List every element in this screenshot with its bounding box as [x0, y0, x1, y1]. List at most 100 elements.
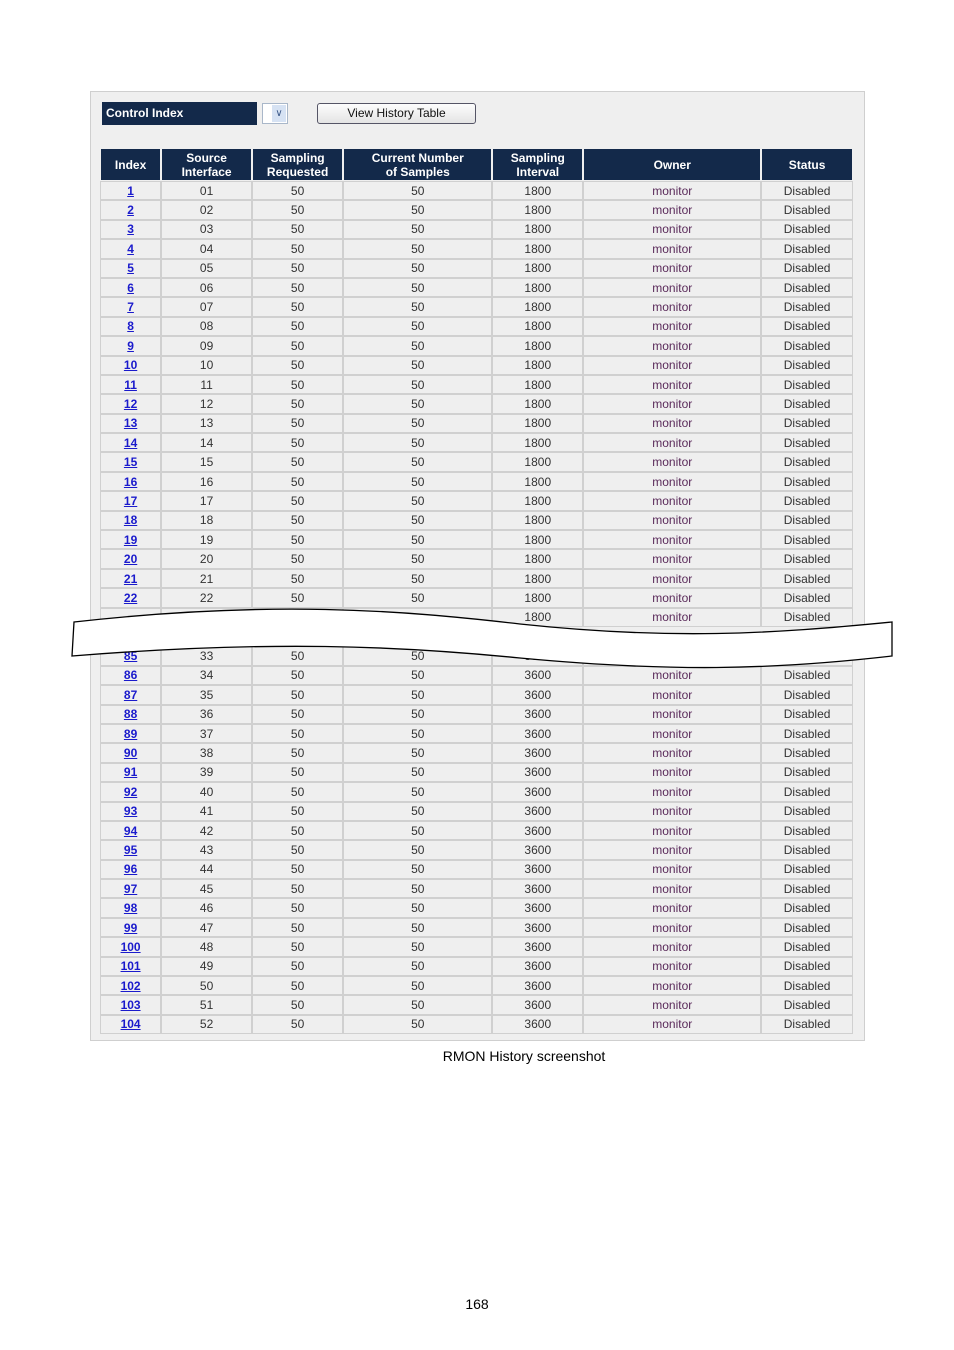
cell-index: 14 — [101, 434, 161, 452]
cell-index: 87 — [101, 686, 161, 704]
cell-index: 13 — [101, 414, 161, 433]
index-link[interactable]: 11 — [124, 378, 137, 392]
index-link[interactable]: 89 — [124, 727, 137, 741]
index-link[interactable]: 19 — [124, 533, 137, 547]
index-link[interactable]: 95 — [124, 843, 137, 857]
cell-source-interface: 50 — [162, 977, 252, 995]
index-link[interactable]: 4 — [127, 242, 134, 256]
cell-owner: monitor — [584, 938, 761, 956]
index-link[interactable]: 15 — [124, 455, 137, 469]
index-link[interactable]: 87 — [124, 688, 137, 702]
cell-current-samples: 50 — [344, 531, 492, 549]
cell-index: 92 — [101, 783, 161, 801]
index-link[interactable]: 12 — [124, 397, 137, 411]
cell-sampling-interval: 1800 — [493, 395, 583, 413]
cell-owner: monitor — [584, 996, 761, 1014]
cell-source-interface: 44 — [162, 860, 252, 879]
index-link[interactable]: 96 — [124, 862, 137, 876]
cell-owner: monitor — [584, 918, 761, 937]
cell-status: Disabled — [762, 821, 852, 840]
header-sampling-requested: Sampling Requested — [253, 149, 343, 180]
cell-index: 18 — [101, 511, 161, 530]
index-link[interactable]: 10 — [124, 358, 137, 372]
index-link[interactable]: 98 — [124, 901, 137, 915]
cell-owner: monitor — [584, 375, 761, 394]
index-link[interactable]: 99 — [124, 921, 137, 935]
chevron-down-icon: ∨ — [272, 105, 286, 122]
index-link[interactable]: 94 — [124, 824, 137, 838]
cell-source-interface: 35 — [162, 686, 252, 704]
index-link[interactable]: 86 — [124, 668, 137, 682]
cell-sampling-requested: 50 — [253, 802, 343, 820]
index-link[interactable]: 13 — [124, 416, 137, 430]
cell-current-samples: 50 — [344, 763, 492, 782]
index-link[interactable]: 8 — [127, 319, 134, 333]
index-link[interactable]: 3 — [127, 222, 134, 236]
index-link[interactable]: 5 — [127, 261, 134, 275]
cell-index: 19 — [101, 531, 161, 549]
cell-source-interface: 18 — [162, 511, 252, 530]
cell-sampling-interval: 1800 — [493, 511, 583, 530]
cell-owner: monitor — [584, 841, 761, 859]
index-link[interactable]: 21 — [124, 572, 137, 586]
index-link[interactable]: 7 — [127, 300, 134, 314]
index-link[interactable]: 100 — [121, 940, 141, 954]
index-link[interactable]: 103 — [121, 998, 141, 1012]
table-row: 18 18 50 50 1800 monitor Disabled — [101, 511, 852, 530]
table-row: 95 43 50 50 3600 monitor Disabled — [101, 841, 852, 859]
index-link[interactable]: 92 — [124, 785, 137, 799]
cell-index: 104 — [101, 1015, 161, 1034]
index-link[interactable]: 20 — [124, 552, 137, 566]
cell-sampling-interval: 1800 — [493, 259, 583, 277]
index-link[interactable]: 2 — [127, 203, 134, 217]
cell-current-samples: 50 — [344, 957, 492, 976]
cell-current-samples: 50 — [344, 569, 492, 588]
index-link[interactable]: 6 — [127, 281, 134, 295]
cell-sampling-requested: 50 — [253, 259, 343, 277]
index-link[interactable]: 88 — [124, 707, 137, 721]
cell-sampling-requested: 50 — [253, 783, 343, 801]
index-link[interactable]: 90 — [124, 746, 137, 760]
cell-source-interface: 48 — [162, 938, 252, 956]
cell-current-samples: 50 — [344, 802, 492, 820]
index-link[interactable]: 93 — [124, 804, 137, 818]
index-link[interactable]: 16 — [124, 475, 137, 489]
cell-owner: monitor — [584, 414, 761, 433]
index-link[interactable]: 9 — [127, 339, 134, 353]
cell-current-samples: 50 — [344, 918, 492, 937]
index-link[interactable]: 18 — [124, 513, 137, 527]
cell-current-samples: 50 — [344, 996, 492, 1014]
cell-index: 96 — [101, 860, 161, 879]
history-table: Index Source Interface Sampling Requested C… — [99, 147, 854, 1035]
index-link[interactable]: 102 — [121, 979, 141, 993]
rmon-history-panel: Control Index ∨ View History Table Index… — [90, 91, 865, 1041]
cell-source-interface: 21 — [162, 569, 252, 588]
index-link[interactable]: 104 — [121, 1017, 141, 1031]
index-link[interactable]: 14 — [124, 436, 137, 450]
cell-index: 10 — [101, 356, 161, 374]
control-index-select[interactable]: ∨ — [262, 103, 288, 124]
cell-index: 102 — [101, 977, 161, 995]
cell-current-samples: 50 — [344, 821, 492, 840]
index-link[interactable]: 101 — [121, 959, 141, 973]
cell-index: 98 — [101, 899, 161, 917]
cell-source-interface: 47 — [162, 918, 252, 937]
cell-current-samples: 50 — [344, 899, 492, 917]
cell-current-samples: 50 — [344, 201, 492, 219]
index-link[interactable]: 91 — [124, 765, 137, 779]
cell-source-interface: 09 — [162, 337, 252, 355]
table-row: 100 48 50 50 3600 monitor Disabled — [101, 938, 852, 956]
cell-index: 8 — [101, 317, 161, 336]
view-history-table-button[interactable]: View History Table — [317, 103, 476, 124]
index-link[interactable]: 17 — [124, 494, 137, 508]
cell-sampling-requested: 50 — [253, 375, 343, 394]
cell-owner: monitor — [584, 259, 761, 277]
cell-owner: monitor — [584, 317, 761, 336]
cell-sampling-requested: 50 — [253, 337, 343, 355]
cell-source-interface: 03 — [162, 220, 252, 239]
index-link[interactable]: 97 — [124, 882, 137, 896]
cell-sampling-requested: 50 — [253, 899, 343, 917]
index-link[interactable]: 1 — [127, 184, 134, 198]
cell-sampling-requested: 50 — [253, 880, 343, 898]
cell-sampling-interval: 3600 — [493, 686, 583, 704]
